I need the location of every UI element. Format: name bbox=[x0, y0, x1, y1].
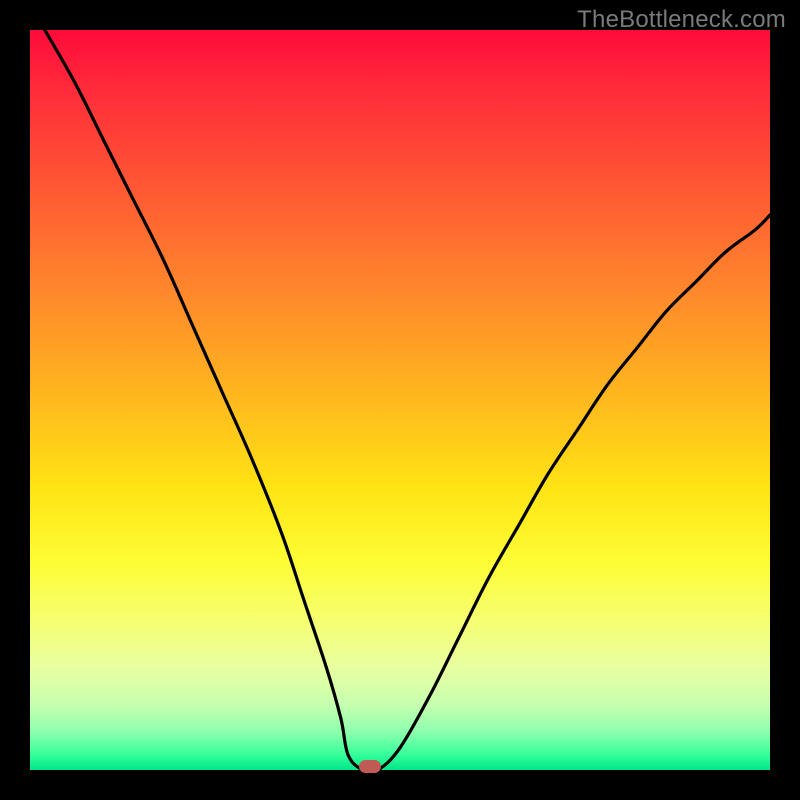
chart-frame: TheBottleneck.com bbox=[0, 0, 800, 800]
bottleneck-curve bbox=[30, 30, 770, 770]
plot-area bbox=[30, 30, 770, 770]
optimal-point-marker bbox=[359, 760, 381, 773]
